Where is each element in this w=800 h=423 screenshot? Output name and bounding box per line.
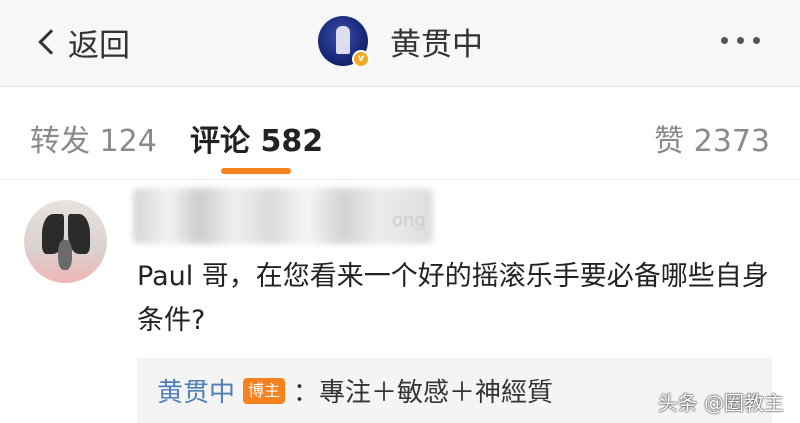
back-button[interactable]: 返回: [36, 22, 130, 64]
page-title: 黄贯中: [390, 26, 483, 63]
watermark: 头条 @圈教主: [657, 391, 784, 415]
username-fragment: ong: [392, 210, 426, 231]
avatar-shape: [58, 240, 72, 270]
tab-comment[interactable]: 评论 582: [190, 116, 323, 160]
dot-icon: [721, 37, 728, 44]
verified-badge-icon: v: [352, 50, 370, 68]
more-options-button[interactable]: [721, 37, 760, 44]
owner-badge: 博主: [243, 377, 286, 404]
avatar[interactable]: v: [318, 16, 370, 68]
dot-icon: [753, 37, 760, 44]
comment-text: Paul 哥，在您看来一个好的摇滚乐手要必备哪些自身条件?: [137, 261, 769, 336]
reply-author-link[interactable]: 黄贯中: [157, 372, 235, 409]
chevron-left-icon: [38, 29, 64, 55]
active-tab-indicator: [221, 168, 291, 174]
tab-bar: 转发 124 评论 582 赞 2373: [0, 88, 800, 180]
top-bar: 返回 v 黄贯中: [0, 0, 800, 87]
commenter-avatar[interactable]: [24, 200, 107, 283]
back-label: 返回: [68, 27, 130, 64]
reply-line: 黄贯中 博主 ：專注＋敏感＋神經質: [157, 372, 553, 409]
reply-content: ：專注＋敏感＋神經質: [293, 378, 554, 408]
blurred-username[interactable]: [133, 188, 433, 244]
avatar-figure: [336, 26, 350, 54]
tab-like[interactable]: 赞 2373: [654, 116, 770, 160]
dot-icon: [737, 37, 744, 44]
tab-repost[interactable]: 转发 124: [30, 116, 157, 160]
profile-header[interactable]: v 黄贯中: [318, 16, 483, 68]
